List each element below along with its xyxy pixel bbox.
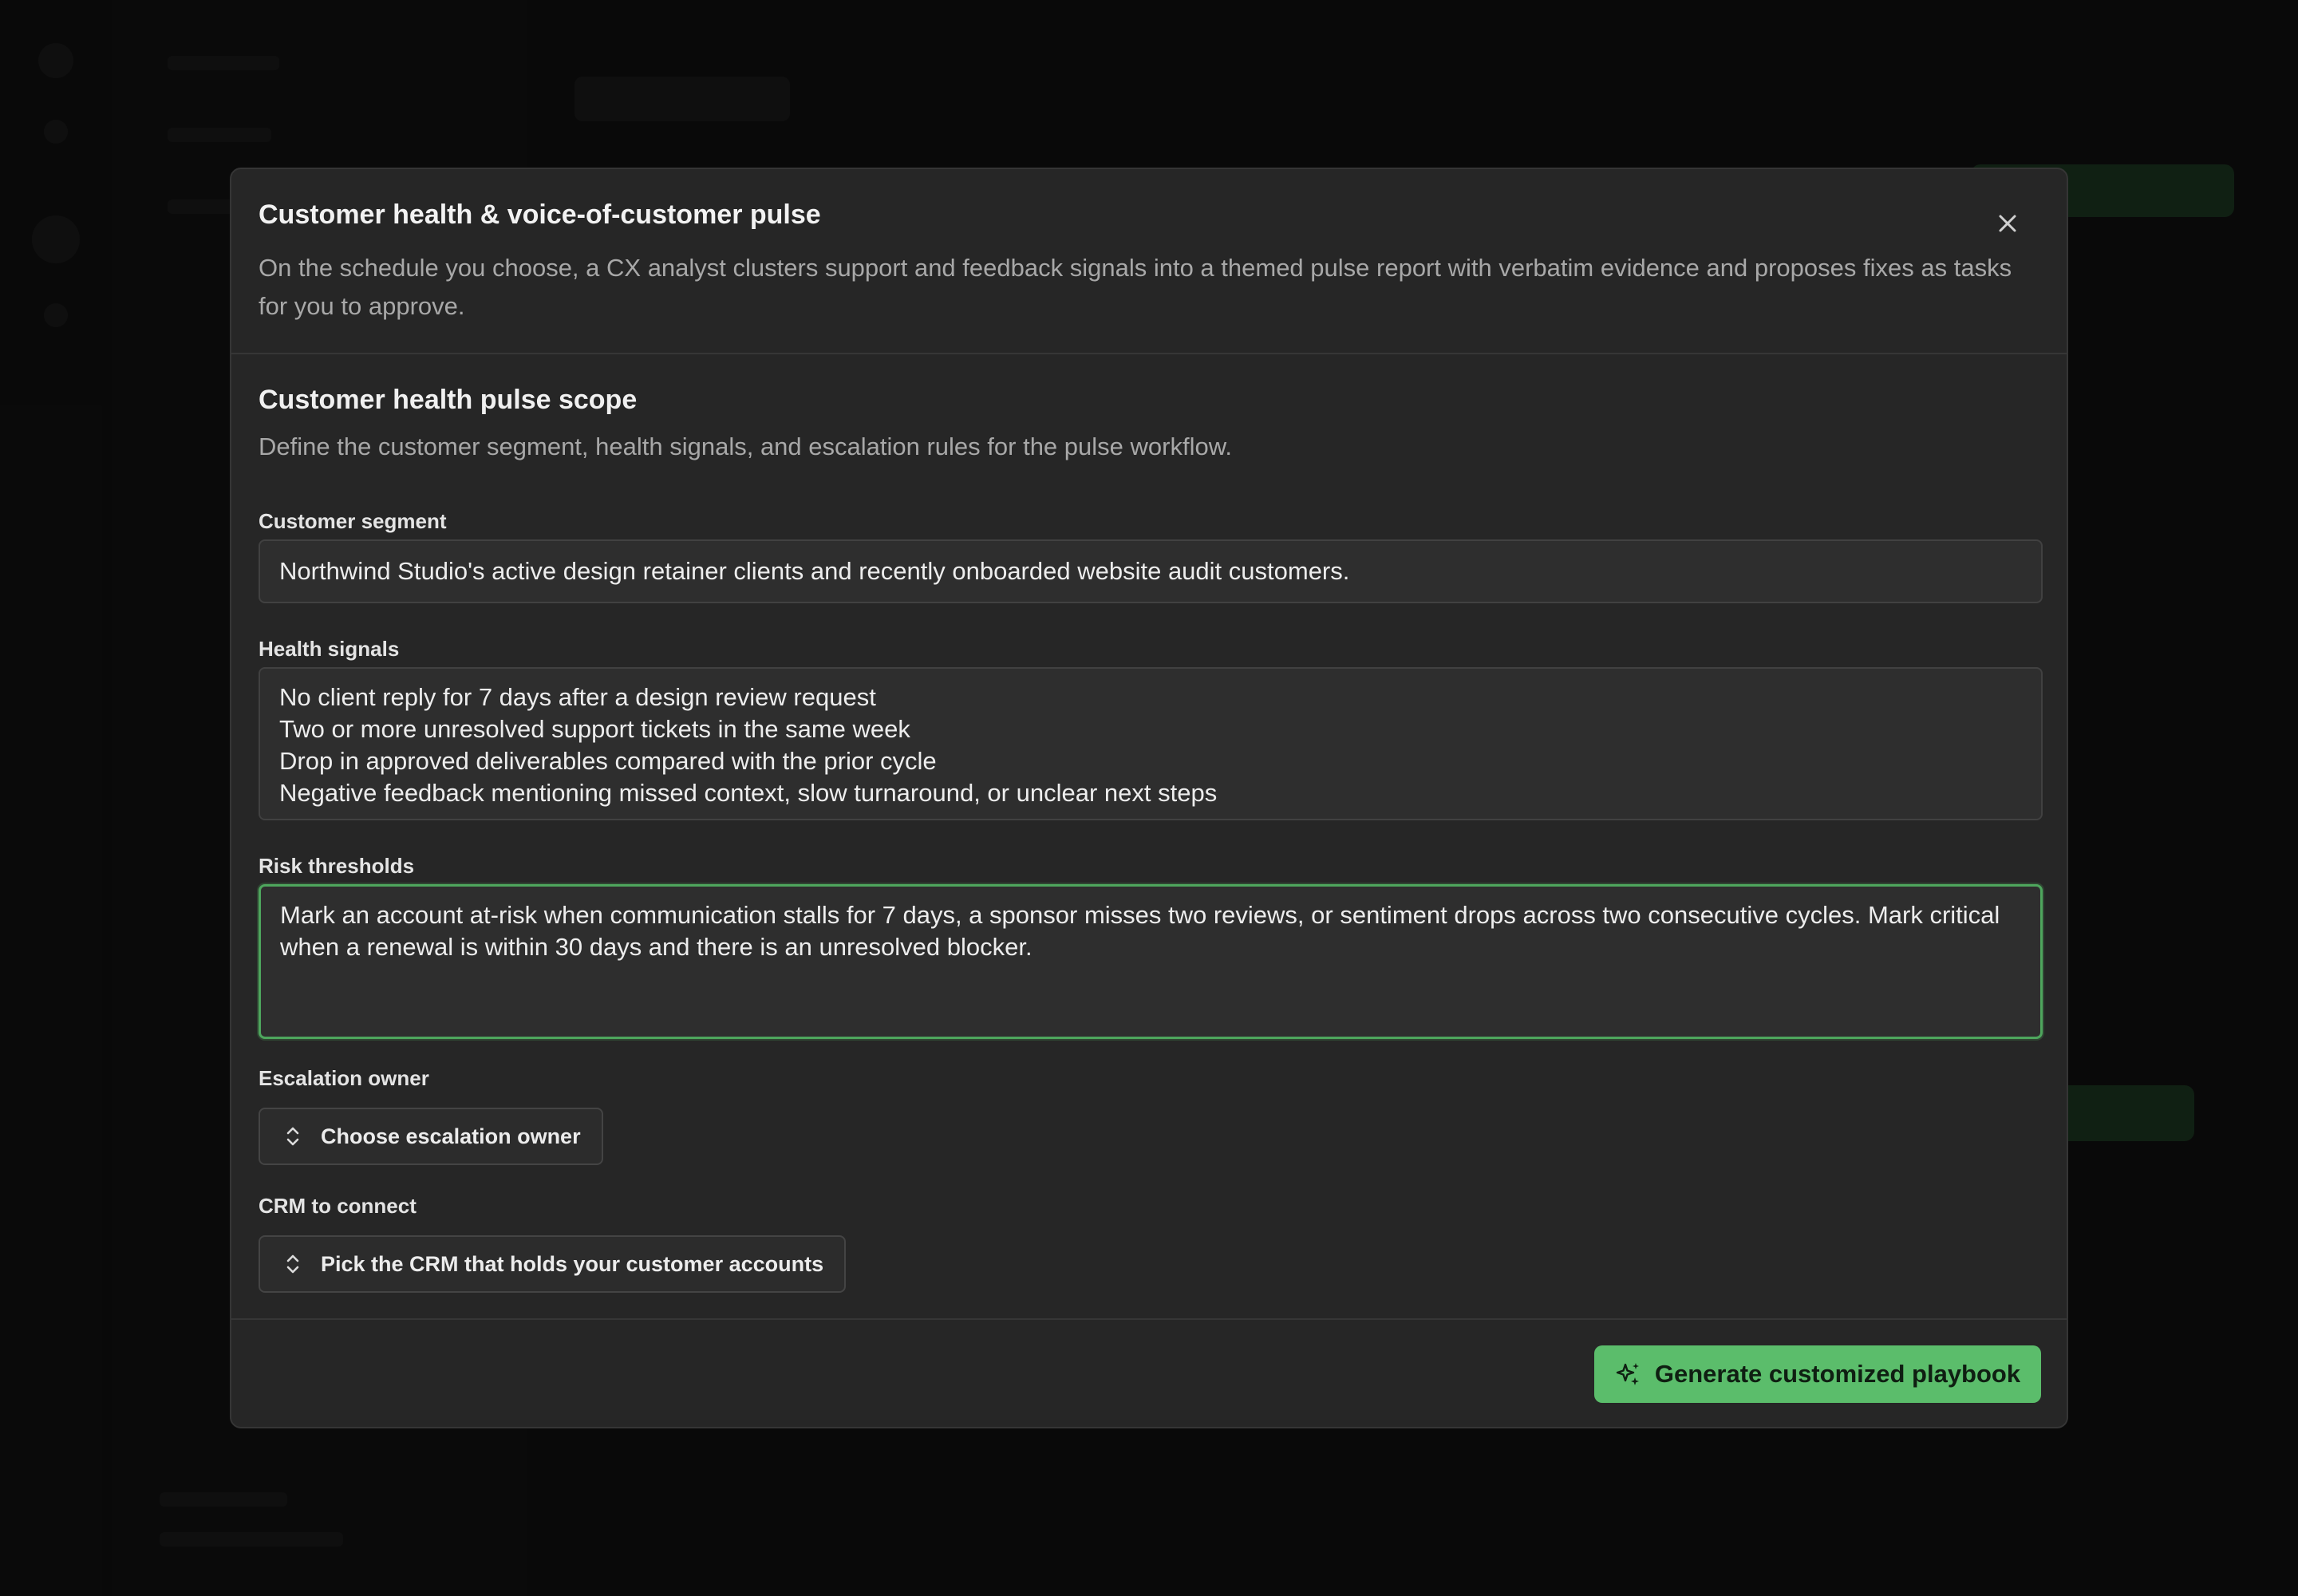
section-title: Customer health pulse scope [259,385,638,415]
modal-description: On the schedule you choose, a CX analyst… [259,254,2012,320]
escalation-owner-label: Escalation owner [259,1066,429,1090]
customer-segment-label: Customer segment [259,509,447,533]
risk-thresholds-label: Risk thresholds [259,854,415,878]
risk-thresholds-value: Mark an account at-risk when communicati… [280,901,2000,961]
customer-segment-input[interactable]: Northwind Studio's active design retaine… [259,539,2043,603]
health-signal-line: No client reply for 7 days after a desig… [279,683,876,711]
close-button[interactable] [1988,204,2027,243]
crm-select[interactable]: Pick the CRM that holds your customer ac… [259,1235,847,1293]
escalation-owner-select[interactable]: Choose escalation owner [259,1108,603,1165]
modal-header: Customer health & voice-of-customer puls… [231,169,2067,354]
modal-title: Customer health & voice-of-customer puls… [259,200,821,230]
sparkle-icon [1615,1361,1642,1388]
chevron-up-down-icon [282,1253,303,1275]
close-icon [1999,215,2016,232]
health-signal-line: Drop in approved deliverables compared w… [279,747,937,775]
crm-placeholder: Pick the CRM that holds your customer ac… [321,1251,824,1276]
section-description: Define the customer segment, health sign… [259,433,1232,460]
health-signals-textarea[interactable]: No client reply for 7 days after a desig… [259,667,2043,820]
risk-thresholds-textarea[interactable]: Mark an account at-risk when communicati… [259,884,2043,1039]
customer-segment-value: Northwind Studio's active design retaine… [279,557,1350,585]
crm-label: CRM to connect [259,1194,417,1218]
chevron-up-down-icon [282,1125,303,1148]
health-signal-line: Negative feedback mentioning missed cont… [279,779,1218,807]
generate-playbook-label: Generate customized playbook [1654,1360,2021,1388]
health-signal-line: Two or more unresolved support tickets i… [279,715,910,743]
health-signals-label: Health signals [259,637,400,661]
generate-playbook-button[interactable]: Generate customized playbook [1594,1345,2041,1403]
escalation-owner-placeholder: Choose escalation owner [321,1124,581,1148]
playbook-modal: Customer health & voice-of-customer puls… [230,168,2068,1428]
